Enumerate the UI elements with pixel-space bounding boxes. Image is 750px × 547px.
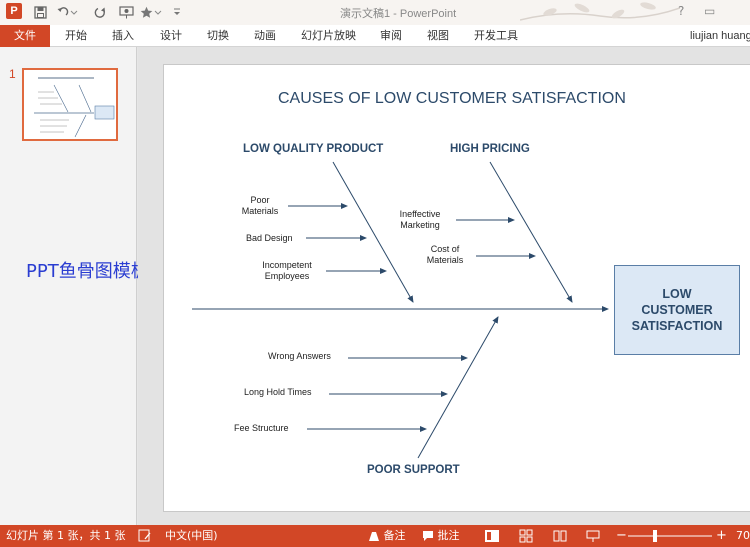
zoom-in-button[interactable]: + [716, 525, 727, 547]
cause-label-line: Ineffective [399, 209, 441, 219]
cause-label-line: Cost of [430, 244, 460, 254]
normal-view-button[interactable] [484, 525, 500, 547]
star-icon[interactable] [140, 3, 162, 21]
cause-label-line: Marketing [400, 220, 440, 230]
slideshow-icon [586, 530, 600, 542]
effect-label-line: SATISFACTION [631, 319, 723, 333]
undo-icon[interactable] [56, 3, 78, 21]
watermark-text: PPT鱼骨图模板 [26, 261, 149, 282]
notes-button[interactable]: 备注 [368, 525, 406, 547]
cause-label-line: Incompetent [262, 260, 312, 270]
tab-view[interactable]: 视图 [427, 25, 449, 47]
decorative-branch-icon [520, 2, 680, 21]
tab-animations[interactable]: 动画 [254, 25, 276, 47]
tab-review[interactable]: 审阅 [380, 25, 402, 47]
cause-poor-materials[interactable]: Poor Materials [238, 195, 282, 217]
slide-sorter-button[interactable] [519, 525, 533, 547]
comment-icon [423, 531, 433, 541]
notes-label: 备注 [383, 529, 406, 542]
comments-button[interactable]: 批注 [422, 525, 460, 547]
notes-icon [369, 532, 379, 541]
slide-sorter-icon [519, 529, 533, 543]
powerpoint-logo-icon: P [6, 3, 22, 19]
cause-label-line: Poor [250, 195, 270, 205]
tab-file[interactable]: 文件 [0, 25, 50, 47]
slide-thumbnail[interactable] [22, 68, 118, 141]
tab-slideshow[interactable]: 幻灯片放映 [301, 25, 356, 47]
title-bar: P 演示文稿1 - PowerPoint ? ▭ [0, 0, 750, 25]
effect-label-line: CUSTOMER [641, 303, 713, 317]
zoom-slider[interactable] [628, 525, 712, 547]
cause-wrong-answers[interactable]: Wrong Answers [268, 351, 331, 362]
tab-transitions[interactable]: 切换 [207, 25, 229, 47]
slide-counter: 幻灯片 第 1 张，共 1 张 [6, 529, 126, 542]
normal-view-icon [485, 530, 499, 542]
language-indicator[interactable]: 中文(中国) [165, 525, 218, 547]
thumbnail-slide-number: 1 [9, 67, 16, 81]
redo-icon[interactable] [92, 3, 108, 21]
tab-developer[interactable]: 开发工具 [474, 25, 518, 47]
zoom-level[interactable]: 70 [736, 525, 750, 547]
reading-view-icon [553, 530, 567, 542]
zoom-out-button[interactable]: − [616, 525, 627, 547]
status-bar: 幻灯片 第 1 张，共 1 张 中文(中国) 备注 批注 − + 70 [0, 525, 750, 547]
cause-incompetent-employees[interactable]: Incompetent Employees [258, 260, 316, 282]
save-icon[interactable] [32, 3, 48, 21]
cause-fee-structure[interactable]: Fee Structure [234, 423, 289, 434]
cause-ineffective-marketing[interactable]: Ineffective Marketing [396, 209, 444, 231]
cause-label-line: Employees [264, 271, 310, 281]
cause-long-hold-times[interactable]: Long Hold Times [244, 387, 312, 398]
ribbon-tabs: 文件 开始 插入 设计 切换 动画 幻灯片放映 审阅 视图 开发工具 liuji… [0, 25, 750, 47]
cause-label-line: Materials [241, 206, 279, 216]
category-high-pricing[interactable]: HIGH PRICING [450, 143, 530, 155]
from-beginning-icon[interactable] [118, 3, 136, 21]
slideshow-button[interactable] [586, 525, 600, 547]
spell-check-icon[interactable] [138, 525, 152, 547]
comments-label: 批注 [437, 529, 460, 542]
reading-view-button[interactable] [553, 525, 567, 547]
effect-label-line: LOW [662, 287, 692, 301]
slide-title[interactable]: CAUSES OF LOW CUSTOMER SATISFACTION [278, 90, 626, 108]
tab-insert[interactable]: 插入 [112, 25, 134, 47]
customize-toolbar-icon[interactable] [170, 3, 184, 21]
cause-cost-of-materials[interactable]: Cost of Materials [422, 244, 468, 266]
cause-bad-design[interactable]: Bad Design [246, 233, 293, 244]
user-account[interactable]: liujian huang [690, 25, 750, 47]
ribbon-display-button[interactable]: ▭ [704, 4, 715, 18]
help-button[interactable]: ? [678, 4, 684, 18]
cause-label-line: Materials [426, 255, 464, 265]
tab-home[interactable]: 开始 [65, 25, 87, 47]
tab-design[interactable]: 设计 [160, 25, 182, 47]
document-title: 演示文稿1 - PowerPoint [340, 8, 457, 20]
category-poor-support[interactable]: POOR SUPPORT [367, 464, 460, 476]
slide-thumbnail-pane: 1 [0, 47, 137, 525]
effect-label: LOW CUSTOMER SATISFACTION [614, 286, 740, 334]
category-low-quality-product[interactable]: LOW QUALITY PRODUCT [243, 143, 383, 155]
